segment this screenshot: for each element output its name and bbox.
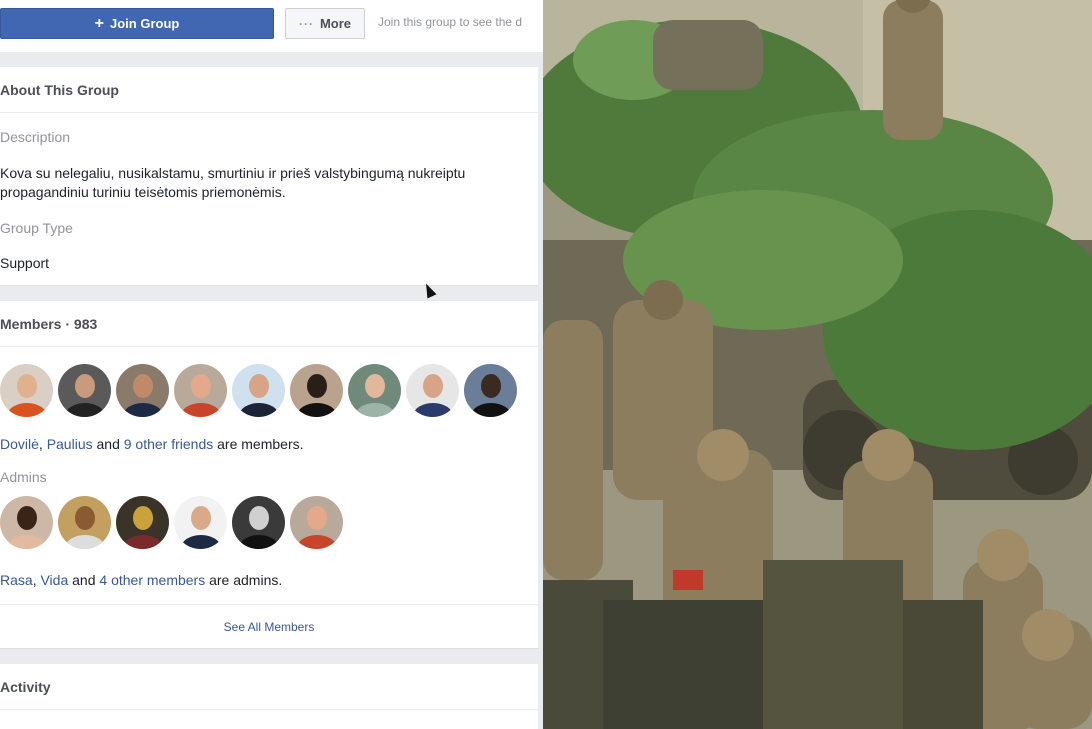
separator-text: ,	[38, 436, 47, 452]
join-group-label: Join Group	[110, 16, 180, 31]
member-link-paulius[interactable]: Paulius	[47, 436, 93, 452]
avatar[interactable]	[0, 364, 53, 417]
activity-card: Activity	[0, 664, 538, 729]
description-text: Kova su nelegaliu, nusikalstamu, smurtin…	[0, 165, 466, 200]
and-text: and	[68, 572, 100, 588]
avatar[interactable]	[290, 364, 343, 417]
more-label: More	[319, 16, 352, 31]
about-title: About This Group	[0, 67, 538, 113]
avatar[interactable]	[232, 496, 285, 549]
ellipsis-icon: ···	[298, 16, 314, 31]
admin-link-rasa[interactable]: Rasa	[0, 572, 33, 588]
avatar[interactable]	[58, 496, 111, 549]
members-title: Members · 983	[0, 301, 538, 347]
more-button[interactable]: ··· More	[285, 8, 365, 39]
plus-icon: +	[94, 14, 104, 32]
group-type-value: Support	[0, 255, 50, 271]
avatar[interactable]	[58, 364, 111, 417]
suffix-text: are admins.	[205, 572, 283, 588]
and-text: and	[92, 436, 124, 452]
member-link-dovile[interactable]: Dovilė	[0, 436, 39, 452]
facebook-group-pane: + Join Group ··· More Join this group to…	[0, 0, 543, 729]
avatar[interactable]	[290, 496, 343, 549]
other-members-link[interactable]: 4 other members	[99, 572, 205, 588]
admin-avatars	[0, 496, 343, 549]
join-group-button[interactable]: + Join Group	[0, 8, 274, 39]
avatar[interactable]	[116, 496, 169, 549]
avatar[interactable]	[464, 364, 517, 417]
members-card: Members · 983 Dovilė, Paulius and 9 othe…	[0, 301, 538, 649]
description-label: Description	[0, 129, 71, 145]
avatar[interactable]	[174, 364, 227, 417]
group-type-label: Group Type	[0, 220, 73, 236]
avatar[interactable]	[232, 364, 285, 417]
member-avatars	[0, 364, 517, 417]
other-friends-link[interactable]: 9 other friends	[124, 436, 214, 452]
suffix-text: are members.	[213, 436, 304, 452]
admin-link-vida[interactable]: Vida	[40, 572, 68, 588]
group-action-bar: + Join Group ··· More Join this group to…	[0, 0, 543, 52]
soldiers-and-camouflaged-tank-image	[543, 0, 1092, 729]
see-all-members-button[interactable]: See All Members	[0, 604, 538, 649]
avatar[interactable]	[174, 496, 227, 549]
about-card: About This Group Description Kova su nel…	[0, 67, 538, 286]
avatar[interactable]	[116, 364, 169, 417]
avatar[interactable]	[0, 496, 53, 549]
activity-title: Activity	[0, 664, 538, 710]
avatar[interactable]	[348, 364, 401, 417]
news-video-frame	[543, 0, 1092, 729]
join-hint-text: Join this group to see the d	[378, 15, 523, 29]
friends-members-line: Dovilė, Paulius and 9 other friends are …	[0, 435, 480, 454]
avatar[interactable]	[406, 364, 459, 417]
admins-line: Rasa, Vida and 4 other members are admin…	[0, 571, 480, 590]
admins-label: Admins	[0, 469, 47, 485]
